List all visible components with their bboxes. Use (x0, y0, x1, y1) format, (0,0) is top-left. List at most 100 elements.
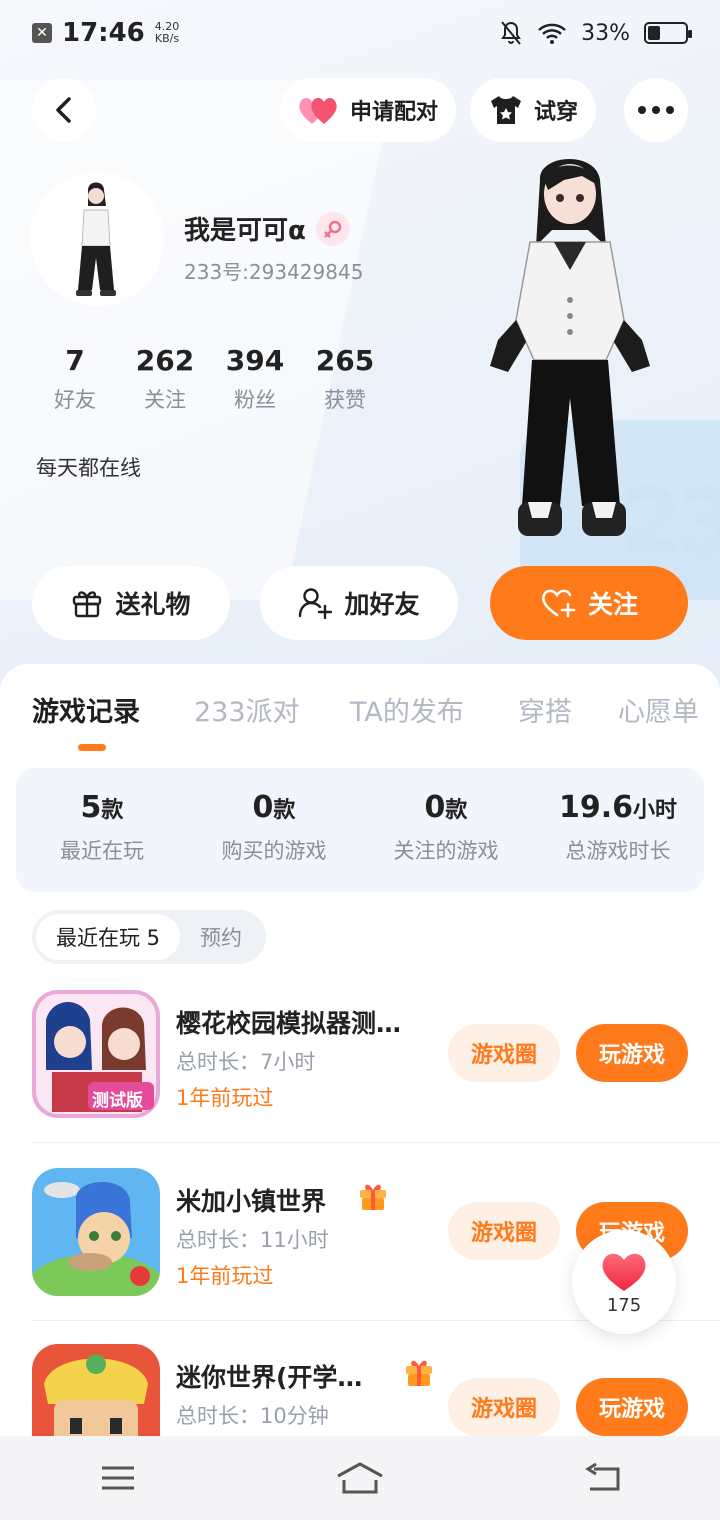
game-circle-button[interactable]: 游戏圈 (448, 1202, 560, 1260)
gift-box-icon (406, 1360, 432, 1386)
stat-following[interactable]: 262 关注 (120, 344, 210, 414)
game-icon (32, 1168, 160, 1296)
subtab-recent[interactable]: 最近在玩 5 (36, 914, 181, 960)
summary-num: 5 (80, 790, 102, 825)
game-duration: 总时长：10分钟 (176, 1404, 329, 1428)
network-speed-unit: KB/s (154, 32, 180, 45)
user-id: 233号:293429845 (184, 260, 364, 284)
summary-label: 购买的游戏 (221, 839, 327, 863)
battery-icon (644, 22, 692, 44)
status-bar: ✕ 17:46 4.20 KB/s 33% (0, 0, 720, 66)
summary-playtime[interactable]: 19.6小时 总游戏时长 (532, 768, 704, 892)
summary-purchased[interactable]: 0款 购买的游戏 (188, 768, 360, 892)
game-last-played: 1年前玩过 (176, 1086, 274, 1110)
stat-label: 好友 (54, 388, 96, 412)
more-dots-icon (638, 106, 674, 114)
tab-233-party[interactable]: 233派对 (194, 690, 300, 729)
stat-likes[interactable]: 265 获赞 (300, 344, 390, 414)
status-time: 17:46 (62, 18, 145, 48)
stat-value: 265 (315, 344, 375, 377)
follow-button[interactable]: 关注 (490, 566, 688, 640)
send-gift-label: 送礼物 (115, 590, 191, 619)
summary-recent[interactable]: 5款 最近在玩 (16, 768, 188, 892)
mute-bell-icon (501, 21, 521, 45)
avatar-figure-image (30, 172, 164, 306)
try-on-button[interactable]: 试穿 (470, 78, 597, 142)
battery-fill (648, 26, 660, 40)
chevron-left-icon (56, 97, 71, 123)
game-circle-button[interactable]: 游戏圈 (448, 1024, 560, 1082)
summary-label: 总游戏时长 (565, 839, 671, 863)
network-speed: 4.20 KB/s (155, 21, 180, 45)
play-game-button[interactable]: 玩游戏 (576, 1024, 688, 1082)
summary-followed[interactable]: 0款 关注的游戏 (360, 768, 532, 892)
game-icon (32, 1344, 160, 1444)
more-button[interactable] (624, 78, 688, 142)
system-nav-bar (0, 1436, 720, 1520)
like-float-button[interactable]: 175 (572, 1230, 676, 1334)
game-list-item[interactable]: 迷你世界(开学… 总时长：10分钟 游戏圈 玩游戏 (0, 1344, 720, 1444)
back-nav-icon[interactable] (584, 1463, 620, 1493)
active-tab-indicator (78, 744, 106, 751)
user-nickname-row: 我是可可α (184, 210, 350, 247)
stat-fans[interactable]: 394 粉丝 (210, 344, 300, 414)
play-game-button[interactable]: 玩游戏 (576, 1378, 688, 1436)
user-avatar[interactable] (30, 172, 164, 306)
game-duration: 总时长：11小时 (176, 1228, 329, 1252)
stat-label: 获赞 (324, 388, 366, 412)
tab-game-records[interactable]: 游戏记录 (32, 690, 140, 729)
home-icon[interactable] (336, 1462, 384, 1494)
subtab-reserved[interactable]: 预约 (180, 914, 262, 960)
stat-label: 关注 (144, 388, 186, 412)
gift-box-icon (360, 1184, 386, 1210)
menu-icon[interactable] (100, 1464, 136, 1492)
summary-num: 0 (252, 790, 274, 825)
summary-num: 0 (424, 790, 446, 825)
pair-button[interactable]: 申请配对 (280, 78, 457, 142)
wifi-icon (538, 23, 566, 44)
try-on-label: 试穿 (534, 100, 579, 125)
summary-num: 19.6 (558, 790, 633, 825)
summary-label: 最近在玩 (60, 839, 144, 863)
add-friend-button[interactable]: 加好友 (260, 566, 458, 640)
summary-label: 关注的游戏 (393, 839, 499, 863)
back-button[interactable] (32, 78, 96, 142)
double-heart-icon (299, 97, 337, 124)
tshirt-icon (491, 96, 521, 124)
game-name: 迷你世界(开学… (176, 1363, 363, 1392)
game-circle-button[interactable]: 游戏圈 (448, 1378, 560, 1436)
summary-unit: 小时 (633, 798, 678, 823)
game-subtabs: 最近在玩 5 预约 (32, 910, 267, 964)
follow-label: 关注 (587, 590, 638, 619)
battery-percent: 33% (581, 20, 630, 46)
avatar-3d-character-image[interactable] (478, 150, 668, 570)
game-list-item[interactable]: 测试版 樱花校园模拟器测… 总时长：7小时 1年前玩过 游戏圈 玩游戏 (0, 990, 720, 1166)
user-nickname: 我是可可α (184, 216, 306, 246)
heart-icon (602, 1253, 646, 1291)
summary-unit: 款 (101, 798, 124, 823)
test-version-badge: 测试版 (92, 1091, 143, 1111)
notification-icon: ✕ (32, 23, 52, 43)
stat-value: 262 (135, 344, 195, 377)
like-count: 175 (606, 1294, 642, 1316)
send-gift-button[interactable]: 送礼物 (32, 566, 230, 640)
stat-value: 7 (65, 344, 85, 377)
list-divider (32, 1142, 720, 1143)
stat-friends[interactable]: 7 好友 (30, 344, 120, 414)
stat-label: 粉丝 (234, 388, 276, 412)
game-name: 米加小镇世界 (176, 1187, 327, 1216)
profile-tabs: 游戏记录 233派对 TA的发布 穿搭 心愿单 (0, 690, 720, 740)
heart-plus-icon (542, 589, 576, 618)
hero-decoration (0, 80, 396, 600)
profile-stats: 7 好友 262 关注 394 粉丝 265 获赞 (30, 344, 390, 414)
game-last-played: 1年前玩过 (176, 1264, 274, 1288)
game-duration: 总时长：7小时 (176, 1050, 316, 1074)
user-bio: 每天都在线 (36, 456, 141, 480)
tab-posts[interactable]: TA的发布 (350, 690, 464, 729)
female-gender-icon (315, 211, 350, 246)
tab-wishlist[interactable]: 心愿单 (618, 690, 699, 729)
summary-unit: 款 (273, 798, 296, 823)
gift-icon (73, 591, 102, 618)
summary-unit: 款 (445, 798, 468, 823)
tab-outfits[interactable]: 穿搭 (518, 690, 572, 729)
